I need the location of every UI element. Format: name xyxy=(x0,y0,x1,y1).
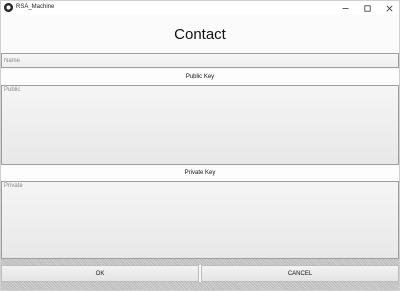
button-bar-bottom-border xyxy=(1,282,399,290)
app-logo-icon xyxy=(4,3,13,12)
page-title: Contact xyxy=(174,26,226,43)
close-button[interactable] xyxy=(378,1,399,15)
name-input[interactable] xyxy=(1,53,399,68)
maximize-icon xyxy=(363,4,371,12)
maximize-button[interactable] xyxy=(356,1,378,15)
app-window: RSA_Machine Contact Public Key Private K… xyxy=(0,0,400,291)
public-key-textarea[interactable] xyxy=(1,85,399,165)
window-title: RSA_Machine xyxy=(16,4,55,10)
private-key-textarea[interactable] xyxy=(1,181,399,259)
public-key-label: Public Key xyxy=(1,69,399,85)
minimize-button[interactable] xyxy=(334,1,356,15)
minimize-icon xyxy=(342,7,348,9)
close-icon xyxy=(386,5,392,11)
title-bar[interactable]: RSA_Machine xyxy=(1,1,399,15)
cancel-button[interactable]: CANCEL xyxy=(201,265,399,282)
private-key-label: Private Key xyxy=(1,165,399,181)
page-header: Contact xyxy=(1,15,399,53)
ok-button[interactable]: OK xyxy=(1,265,199,282)
